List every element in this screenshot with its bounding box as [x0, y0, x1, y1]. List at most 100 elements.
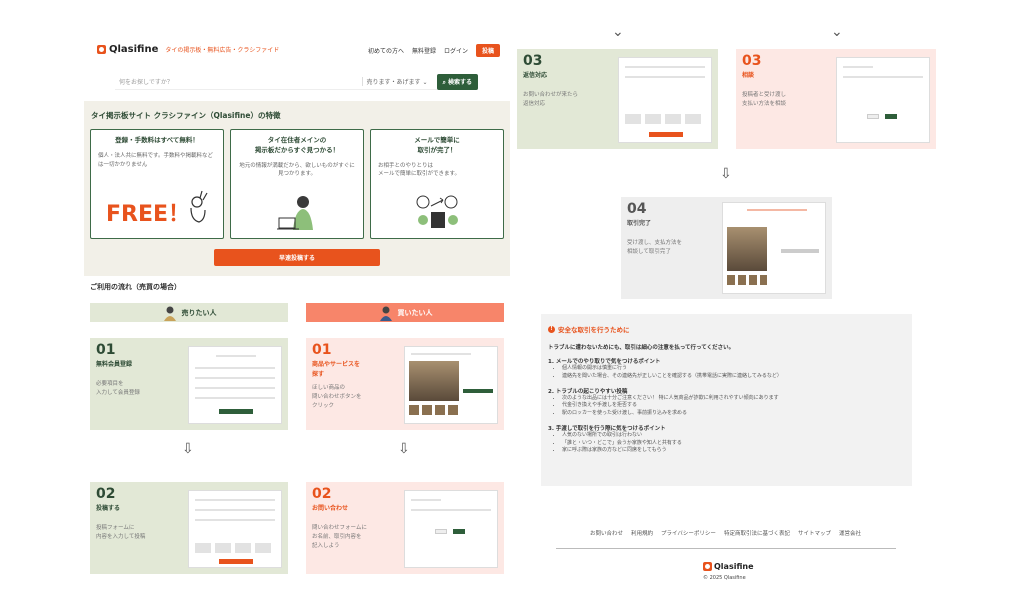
step-number: 01 [312, 342, 332, 358]
nav-register-link[interactable]: 無料登録 [412, 46, 436, 55]
footer-link-privacy[interactable]: プライバシーポリシー [661, 529, 716, 537]
safety-title: ! 安全な取引を行うために [548, 324, 905, 334]
step-body: 必要項目を 入力して会員登録 [96, 381, 140, 396]
tagline: タイの掲示板・無料広告・クラシファイド [165, 47, 280, 54]
search-button[interactable]: ⌕ 検索する [436, 73, 478, 90]
category-select[interactable]: 売ります・あげます ⌄ [361, 77, 437, 86]
safety-section-heading: 2. トラブルの起こりやすい投稿 [548, 388, 628, 395]
step-body: ほしい商品の 問い合わせボタンを クリック [312, 385, 362, 409]
list-item: 駅のロッカーを使った受け渡し、事前振り込みを求める [562, 410, 905, 418]
logo-mark-icon [703, 562, 712, 571]
step-number: 03 [523, 53, 543, 69]
top-nav: 初めての方へ 無料登録 ログイン 投稿 [368, 44, 500, 57]
step-number: 01 [96, 342, 116, 358]
buyer-person-icon [379, 306, 392, 321]
seller-label: 売りたい人 [181, 308, 217, 317]
step-body: お問い合わせが来たら 返信対応 [523, 92, 579, 107]
step-heading: 相談 [742, 72, 755, 79]
step-body: 投稿フォームに 内容を入力して投稿 [96, 525, 146, 540]
feature-card-title: タイ在住者メインの 掲示板だからすぐ見つかる！ [254, 136, 340, 154]
search-input[interactable]: 何をお探しですか？ [115, 77, 362, 86]
step-heading: 取引完了 [627, 220, 652, 227]
person-laptop-icon [277, 196, 313, 230]
footer-link-company[interactable]: 運営会社 [839, 529, 861, 537]
step-heading: お問い合わせ [312, 505, 349, 512]
safety-tips-box: ! 安全な取引を行うために トラブルに遭わないためにも、取引は細心の注意を払って行… [541, 314, 912, 486]
list-item: 連絡先を聞いた場合、その連絡先が正しいことを確認する（携帯電話に実際に連絡してみ… [562, 373, 905, 381]
seller-person-icon [163, 306, 176, 321]
footer-links: お問い合わせ 利用規約 プライバシーポリシー 特定商取引法に基づく表記 サイトマ… [590, 529, 861, 537]
ok-hand-icon [190, 190, 208, 223]
feature-card-body: お相手とのやりとりは メールで簡単に取引ができます。 [378, 162, 460, 178]
step-body: 問い合わせフォームに お名前、取引内容を 記入しよう [312, 525, 367, 549]
seller-step-02: 02 投稿する 投稿フォームに 内容を入力して投稿 [90, 482, 288, 574]
footer-link-terms[interactable]: 利用規約 [631, 529, 653, 537]
footer-link-sitemap[interactable]: サイトマップ [798, 529, 831, 537]
buyer-label-band: 買いたい人 [306, 303, 504, 322]
screenshot-thumbnail [618, 57, 712, 143]
list-item: 家に呼ぶ際は家族の方などに同席をしてもらう [562, 447, 905, 455]
chevron-down-icon: ⌄ [422, 79, 428, 86]
seller-step-01: 01 無料会員登録 必要項目を 入力して会員登録 [90, 338, 288, 430]
step-number: 03 [742, 53, 762, 69]
safety-title-text: 安全な取引を行うために [558, 326, 630, 334]
step-number: 04 [627, 201, 647, 217]
list-item: 個人情報の開示は慎重に行う [562, 365, 905, 373]
arrow-down-icon: ⌄ [831, 24, 843, 40]
brand-logo[interactable]: Qlasifine タイの掲示板・無料広告・クラシファイド [97, 44, 279, 55]
feature-card-free: 登録・手数料はすべて無料！ 個人・法人共に無料です。手数料や掲載料などは一切かか… [90, 129, 224, 239]
footer-link-commerce-law[interactable]: 特定商取引法に基づく表記 [724, 529, 790, 537]
seller-step-03: 03 返信対応 お問い合わせが来たら 返信対応 [517, 49, 718, 149]
people-mail-icon [416, 195, 458, 228]
screenshot-thumbnail [404, 490, 498, 568]
step-body: 投稿者と受け渡し 支払い方法を相談 [742, 92, 787, 107]
buyer-step-01: 01 商品やサービスを 探す ほしい商品の 問い合わせボタンを クリック [306, 338, 504, 430]
feature-card-body: 個人・法人共に無料です。手数料や掲載料などは一切かかりません [98, 152, 213, 168]
footer-logo-text: Qlasifine [714, 562, 754, 571]
feature-card-local: タイ在住者メインの 掲示板だからすぐ見つかる！ 地元の情報が満載だから、欲しいも… [230, 129, 364, 239]
buyer-label: 買いたい人 [397, 308, 433, 317]
screenshot-thumbnail [722, 202, 826, 294]
free-badge: FREE！ [106, 202, 191, 227]
screenshot-thumbnail [404, 346, 498, 424]
flow-title: ご利用の流れ（売買の場合） [90, 283, 181, 291]
screenshot-thumbnail [836, 57, 930, 143]
footer-divider [556, 548, 896, 549]
logo-mark-icon [97, 45, 106, 54]
safety-section: 3. 手渡しで取引を行う際に気をつけるポイント 人気のない場所での取引は行わない… [548, 424, 905, 455]
screenshot-thumbnail [188, 346, 282, 424]
safety-section: 1. メールでのやり取りで気をつけるポイント 個人情報の開示は慎重に行う連絡先を… [548, 357, 905, 381]
final-step-04: 04 取引完了 受け渡し、支払方法を 相談して取引完了 [621, 197, 832, 299]
arrow-down-icon: ⇩ [398, 441, 410, 457]
safety-section-heading: 1. メールでのやり取りで気をつけるポイント [548, 359, 661, 365]
safety-intro: トラブルに遭わないためにも、取引は細心の注意を払って行ってください。 [548, 345, 735, 351]
footer-link-contact[interactable]: お問い合わせ [590, 529, 623, 537]
safety-section: 2. トラブルの起こりやすい投稿 次のような出品には十分ご注意ください！ 特に人… [548, 387, 905, 418]
step-body: 受け渡し、支払方法を 相談して取引完了 [627, 240, 683, 255]
post-now-button[interactable]: 早速投稿する [214, 249, 380, 266]
arrow-down-icon: ⌄ [612, 24, 624, 40]
search-bar: 何をお探しですか？ 売ります・あげます ⌄ ⌕ 検索する [115, 73, 478, 90]
footer-logo[interactable]: Qlasifine [703, 562, 754, 571]
feature-card-title: 登録・手数料はすべて無料！ [115, 136, 199, 144]
nav-beginners-link[interactable]: 初めての方へ [368, 46, 404, 55]
search-button-label: 検索する [447, 78, 472, 86]
feature-card-title: メールで簡単に 取引が完了！ [414, 136, 460, 154]
feature-card-mail: メールで簡単に 取引が完了！ お相手とのやりとりは メールで簡単に取引ができます… [370, 129, 504, 239]
list-item: 人気のない場所での取引は行わない [562, 432, 905, 440]
post-button[interactable]: 投稿 [475, 44, 500, 57]
step-heading: 返信対応 [523, 72, 548, 79]
features-section: タイ掲示板サイト クラシファイン（Qlasifine）の特徴 登録・手数料はすべ… [84, 101, 510, 276]
step-heading: 投稿する [96, 505, 121, 512]
screenshot-thumbnail [188, 490, 282, 568]
step-heading: 商品やサービスを 探す [312, 361, 361, 378]
features-title: タイ掲示板サイト クラシファイン（Qlasifine）の特徴 [91, 111, 281, 120]
nav-login-link[interactable]: ログイン [444, 46, 468, 55]
step-number: 02 [96, 486, 116, 502]
logo-text: Qlasifine [109, 44, 159, 55]
copyright: © 2025 Qlasifine [703, 575, 746, 581]
category-select-value: 売ります・あげます [366, 79, 421, 86]
buyer-step-02: 02 お問い合わせ 問い合わせフォームに お名前、取引内容を 記入しよう [306, 482, 504, 574]
list-item: 代金引き換えや手渡しを拒否する [562, 402, 905, 410]
step-heading: 無料会員登録 [96, 361, 133, 368]
